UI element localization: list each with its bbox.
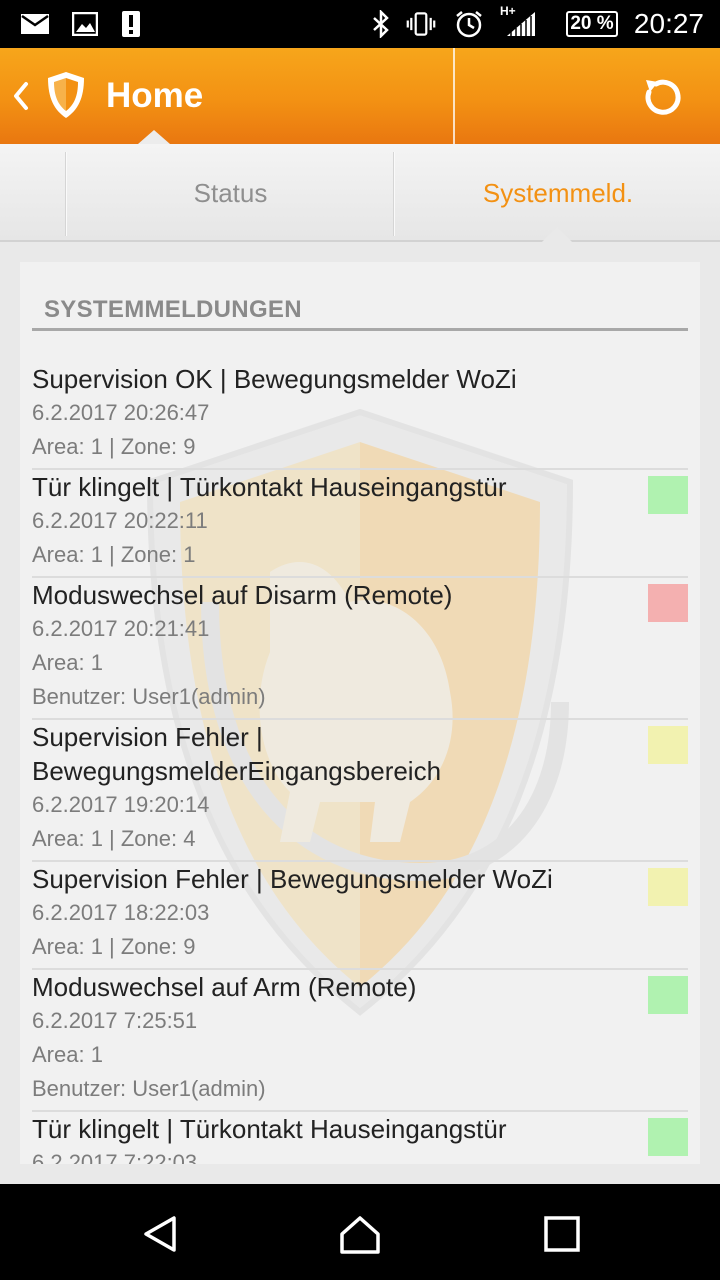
alert-icon — [116, 10, 146, 38]
message-timestamp: 6.2.2017 20:26:47 — [32, 400, 210, 425]
message-detail: Area: 1 — [32, 650, 103, 675]
clock: 20:27 — [633, 8, 704, 39]
mail-icon — [20, 10, 50, 38]
messages-panel[interactable]: SYSTEMMELDUNGEN Supervision OK | Bewegun… — [20, 262, 700, 1164]
status-color-indicator — [648, 584, 688, 622]
tab-status[interactable]: Status — [68, 144, 393, 242]
action-bar-pointer — [138, 130, 170, 144]
message-detail: Area: 1 | Zone: 9 — [32, 934, 196, 959]
home-icon[interactable] — [338, 1212, 382, 1256]
tab-bar: Status Systemmeld. — [0, 144, 720, 242]
list-item[interactable]: Moduswechsel auf Arm (Remote) 6.2.2017 7:… — [32, 970, 688, 1112]
shield-icon — [44, 70, 88, 120]
status-color-indicator — [648, 726, 688, 764]
tab-divider — [65, 152, 67, 236]
status-bar: H+ 20 % 20:27 — [0, 0, 720, 48]
message-detail: Area: 1 | Zone: 9 — [32, 434, 196, 459]
image-icon — [70, 10, 100, 38]
battery-icon: 20 % — [566, 11, 618, 37]
action-bar: Home — [0, 48, 720, 144]
message-title: Supervision Fehler | BewegungsmelderEing… — [32, 722, 442, 786]
list-item[interactable]: Supervision Fehler | BewegungsmelderEing… — [32, 720, 688, 862]
status-color-indicator — [648, 868, 688, 906]
refresh-icon[interactable] — [638, 72, 688, 122]
list-item[interactable]: Tür klingelt | Türkontakt Hauseingangstü… — [32, 1112, 688, 1164]
message-list: Supervision OK | Bewegungsmelder WoZi 6.2… — [32, 362, 688, 1164]
bluetooth-icon — [366, 10, 396, 38]
back-icon[interactable] — [140, 1212, 184, 1256]
tab-divider — [393, 152, 395, 236]
status-color-indicator — [648, 1118, 688, 1156]
message-user: Benutzer: User1(admin) — [32, 684, 266, 709]
message-timestamp: 6.2.2017 20:21:41 — [32, 616, 210, 641]
message-timestamp: 6.2.2017 20:22:11 — [32, 508, 208, 533]
message-timestamp: 6.2.2017 7:25:51 — [32, 1008, 198, 1033]
message-timestamp: 6.2.2017 19:20:14 — [32, 792, 210, 817]
list-item[interactable]: Moduswechsel auf Disarm (Remote) 6.2.2017… — [32, 578, 688, 720]
message-user: Benutzer: User1(admin) — [32, 1076, 266, 1101]
page-title: Home — [106, 76, 204, 115]
section-divider — [32, 328, 688, 331]
message-title: Moduswechsel auf Disarm (Remote) — [32, 580, 453, 610]
battery-level: 20 % — [570, 13, 614, 34]
alarm-icon — [454, 10, 484, 38]
message-detail: Area: 1 | Zone: 4 — [32, 826, 196, 851]
section-title: SYSTEMMELDUNGEN — [44, 296, 302, 323]
message-detail: Area: 1 — [32, 1042, 103, 1067]
message-timestamp: 6.2.2017 18:22:03 — [32, 900, 210, 925]
signal-icon: H+ — [500, 4, 540, 38]
message-title: Tür klingelt | Türkontakt Hauseingangstü… — [32, 1114, 507, 1144]
vibrate-icon — [406, 10, 436, 38]
message-timestamp: 6.2.2017 7:22:03 — [32, 1150, 198, 1164]
status-color-indicator — [648, 976, 688, 1014]
message-title: Supervision OK | Bewegungsmelder WoZi — [32, 364, 517, 394]
recents-icon[interactable] — [540, 1212, 584, 1256]
message-title: Supervision Fehler | Bewegungsmelder WoZ… — [32, 864, 553, 894]
message-title: Moduswechsel auf Arm (Remote) — [32, 972, 417, 1002]
list-item[interactable]: Tür klingelt | Türkontakt Hauseingangstü… — [32, 470, 688, 578]
active-tab-pointer — [542, 227, 572, 242]
navigation-bar — [0, 1184, 720, 1280]
list-item[interactable]: Supervision OK | Bewegungsmelder WoZi 6.2… — [32, 362, 688, 470]
status-color-indicator — [648, 476, 688, 514]
message-detail: Area: 1 | Zone: 1 — [32, 542, 196, 567]
chevron-left-icon[interactable] — [8, 78, 32, 114]
action-bar-divider — [453, 48, 455, 144]
list-item[interactable]: Supervision Fehler | Bewegungsmelder WoZ… — [32, 862, 688, 970]
message-title: Tür klingelt | Türkontakt Hauseingangstü… — [32, 472, 507, 502]
